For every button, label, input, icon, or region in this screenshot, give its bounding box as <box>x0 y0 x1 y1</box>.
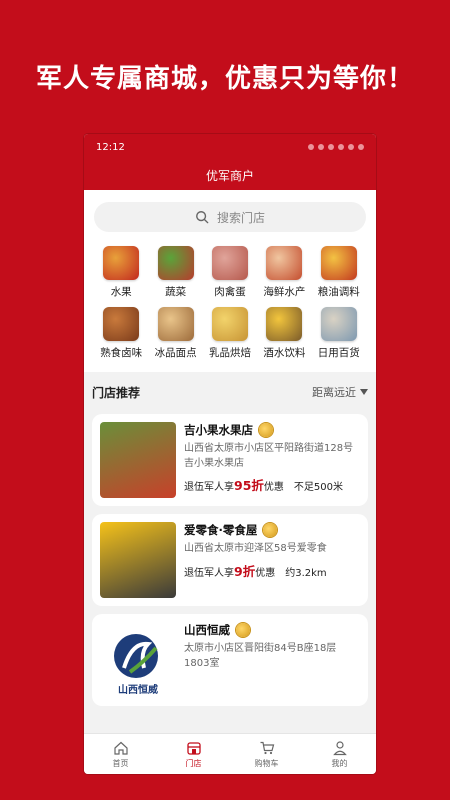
medal-icon <box>259 423 273 437</box>
category-meat[interactable]: 肉禽蛋 <box>203 246 257 299</box>
bakery-icon <box>211 307 248 341</box>
drinks-icon <box>266 307 303 341</box>
store-address: 山西省太原市小店区平阳路街道128号吉小果水果店 <box>184 443 354 469</box>
store-promo: 退伍军人享95折优惠 不足500米 <box>184 475 360 494</box>
promo-prefix: 退伍军人享 <box>184 482 234 493</box>
category-bakery[interactable]: 乳品烘焙 <box>203 307 257 360</box>
category-grain-oil[interactable]: 粮油调料 <box>312 246 366 299</box>
home-icon <box>113 741 128 755</box>
discount-value: 9折 <box>234 563 256 579</box>
search-icon <box>196 211 209 224</box>
sort-label: 距离远近 <box>312 386 356 399</box>
tab-label: 我的 <box>331 758 348 768</box>
bottom-tab-bar: 首页 门店 购物车 我的 <box>84 733 376 774</box>
store-logo: 山西恒威 <box>100 622 176 698</box>
meat-icon <box>211 246 248 280</box>
category-label: 熟食卤味 <box>100 347 143 359</box>
category-label: 水果 <box>110 286 132 298</box>
store-name-row: 吉小果水果店 <box>184 422 360 438</box>
store-name-row: 爱零食·零食屋 <box>184 522 360 538</box>
tab-profile[interactable]: 我的 <box>303 734 376 774</box>
main-content: 搜索门店 水果 蔬菜 肉禽蛋 海鲜水产 粮油调料 熟食卤味 冰品面点 乳品烘焙 … <box>84 190 376 372</box>
promo-headline: 军人专属商城，优惠只为等你！ <box>35 64 414 94</box>
category-label: 乳品烘焙 <box>208 347 251 359</box>
tab-label: 首页 <box>112 758 129 768</box>
section-header: 门店推荐 距离远近 <box>92 378 368 406</box>
promo-suffix: 优惠 <box>263 482 284 493</box>
store-name: 吉小果水果店 <box>184 423 253 437</box>
category-vegetable[interactable]: 蔬菜 <box>148 246 202 299</box>
category-label: 海鲜水产 <box>263 286 306 298</box>
category-label: 冰品面点 <box>154 347 197 359</box>
store-address: 山西省太原市迎泽区58号爱零食 <box>184 543 327 554</box>
tab-store[interactable]: 门店 <box>157 734 230 774</box>
category-fruit[interactable]: 水果 <box>94 246 148 299</box>
grain-oil-icon <box>320 246 357 280</box>
category-label: 酒水饮料 <box>263 347 306 359</box>
seafood-icon <box>266 246 303 280</box>
discount-value: 95折 <box>234 478 264 493</box>
category-drinks[interactable]: 酒水饮料 <box>257 307 311 360</box>
triangle-down-icon <box>360 389 368 395</box>
category-dessert[interactable]: 冰品面点 <box>148 307 202 360</box>
category-label: 粮油调料 <box>317 286 360 298</box>
store-name-row: 山西恒威 <box>184 622 360 638</box>
category-deli[interactable]: 熟食卤味 <box>94 307 148 360</box>
fruit-icon <box>103 246 140 280</box>
category-grid: 水果 蔬菜 肉禽蛋 海鲜水产 粮油调料 熟食卤味 冰品面点 乳品烘焙 酒水饮料 … <box>94 246 366 372</box>
store-card[interactable]: 山西恒威 山西恒威 太原市小店区晋阳街84号B座18层1803室 <box>92 614 368 706</box>
category-label: 日用百货 <box>317 347 360 359</box>
medal-icon <box>263 523 278 537</box>
app-title-bar: 优军商户 <box>84 160 376 190</box>
store-distance: 约3.2km <box>285 567 327 579</box>
status-icons <box>308 144 364 150</box>
store-name: 爱零食·零食屋 <box>184 523 258 537</box>
tab-label: 购物车 <box>254 758 279 768</box>
medal-icon <box>236 623 250 637</box>
category-label: 肉禽蛋 <box>214 286 246 298</box>
app-title: 优军商户 <box>205 168 254 183</box>
category-daily-goods[interactable]: 日用百货 <box>312 307 366 360</box>
tab-cart[interactable]: 购物车 <box>230 734 303 774</box>
dessert-icon <box>157 307 194 341</box>
sort-dropdown[interactable]: 距离远近 <box>312 384 368 400</box>
tab-home[interactable]: 首页 <box>84 734 157 774</box>
vegetable-icon <box>157 246 194 280</box>
store-recommend-section: 门店推荐 距离远近 吉小果水果店 山西省太原市小店区平阳路街道128号吉小果水果… <box>84 372 376 706</box>
store-photo <box>100 522 176 598</box>
store-address: 太原市小店区晋阳街84号B座18层1803室 <box>184 643 337 669</box>
deli-icon <box>103 307 140 341</box>
hengwei-logo-icon: 山西恒威 <box>114 634 158 696</box>
logo-text: 山西恒威 <box>118 683 158 696</box>
status-bar: 12:12 <box>84 134 376 160</box>
store-card[interactable]: 吉小果水果店 山西省太原市小店区平阳路街道128号吉小果水果店 退伍军人享95折… <box>92 414 368 506</box>
promo-suffix: 优惠 <box>255 567 276 579</box>
category-seafood[interactable]: 海鲜水产 <box>257 246 311 299</box>
store-icon <box>186 741 201 755</box>
profile-icon <box>332 740 347 755</box>
status-time: 12:12 <box>96 141 125 153</box>
store-name: 山西恒威 <box>184 623 230 637</box>
store-photo <box>100 422 176 498</box>
store-distance: 不足500米 <box>293 482 343 493</box>
store-card[interactable]: 爱零食·零食屋 山西省太原市迎泽区58号爱零食 退伍军人享9折优惠 约3.2km <box>92 514 368 606</box>
search-placeholder: 搜索门店 <box>216 210 265 225</box>
category-label: 蔬菜 <box>165 286 187 298</box>
daily-goods-icon <box>320 307 357 341</box>
promo-prefix: 退伍军人享 <box>184 567 234 579</box>
phone-screen: 12:12 优军商户 搜索门店 水果 蔬菜 肉禽蛋 海鲜水产 粮油调料 熟食卤味… <box>84 134 376 774</box>
cart-icon <box>260 741 274 754</box>
section-title: 门店推荐 <box>92 385 141 400</box>
tab-label: 门店 <box>185 758 202 768</box>
store-promo: 退伍军人享9折优惠 约3.2km <box>184 561 360 580</box>
search-bar[interactable]: 搜索门店 <box>94 202 366 232</box>
